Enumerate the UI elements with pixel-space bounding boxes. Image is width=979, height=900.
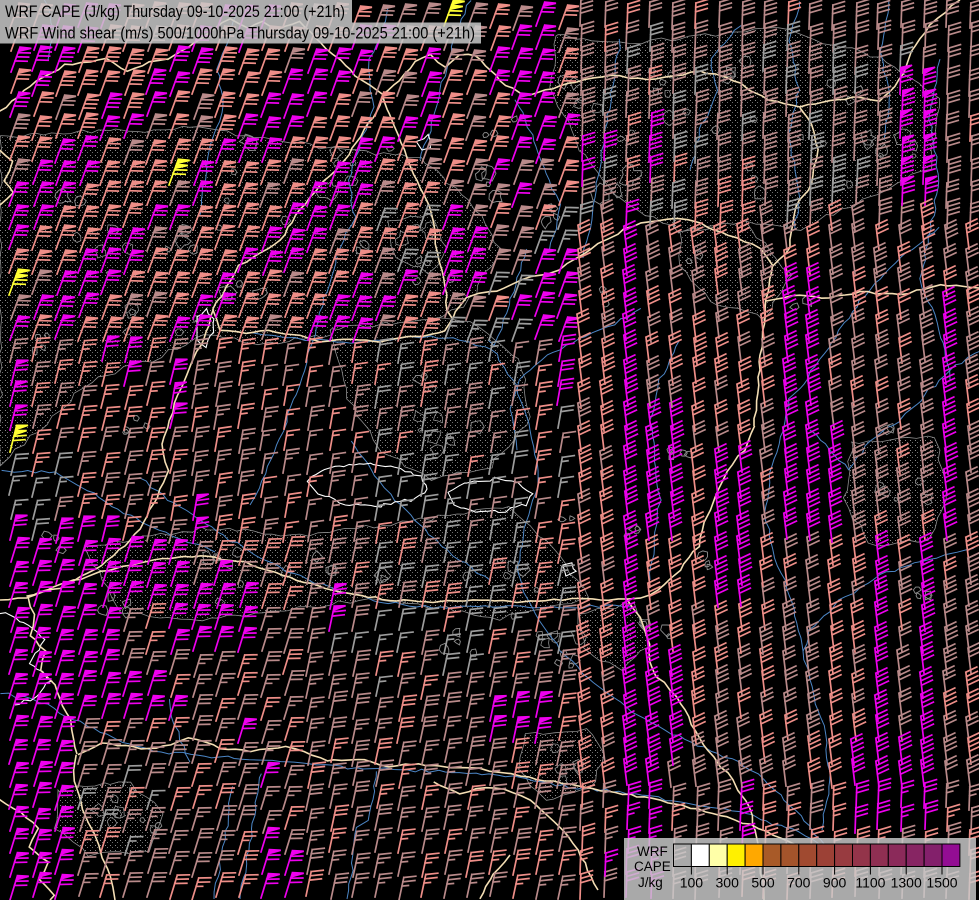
svg-text:1300: 1300 <box>891 875 922 891</box>
svg-text:900: 900 <box>823 875 847 891</box>
svg-text:500: 500 <box>751 875 775 891</box>
svg-text:WRF Wind shear (m/s) 500/1000h: WRF Wind shear (m/s) 500/1000hPa Thursda… <box>5 25 475 43</box>
svg-text:WRF CAPE (J/kg) Thursday 09-10: WRF CAPE (J/kg) Thursday 09-10-2025 21:0… <box>5 3 345 21</box>
svg-text:700: 700 <box>787 875 811 891</box>
svg-text:CAPE: CAPE <box>634 859 671 874</box>
svg-text:100: 100 <box>680 875 704 891</box>
svg-text:1100: 1100 <box>855 875 885 891</box>
svg-text:300: 300 <box>716 875 740 891</box>
svg-text:1500: 1500 <box>926 875 957 891</box>
svg-text:WRF: WRF <box>637 844 668 859</box>
svg-text:J/kg: J/kg <box>638 875 663 890</box>
